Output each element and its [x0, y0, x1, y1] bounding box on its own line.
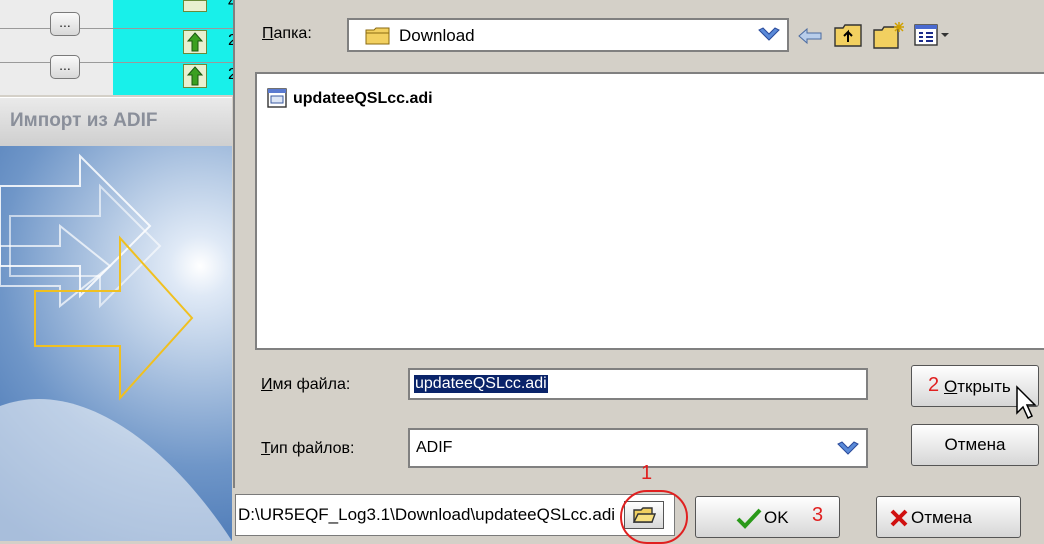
up-arrow-icon [183, 0, 207, 12]
up-arrow-icon [183, 30, 207, 54]
path-value: D:\UR5EQF_Log3.1\Download\updateeQSLcc.a… [238, 505, 616, 524]
up-folder-icon[interactable] [833, 20, 865, 50]
view-menu-icon[interactable] [913, 22, 953, 48]
grid-row-divider [0, 28, 250, 29]
grid-ellipsis-button[interactable]: ... [50, 12, 80, 36]
filename-selected-text: updateeQSLcc.adi [414, 375, 548, 393]
adif-file-icon [267, 88, 287, 108]
filetype-value: ADIF [416, 439, 453, 456]
mouse-cursor-icon [1016, 385, 1037, 420]
wizard-arrows-icon [0, 153, 232, 541]
up-arrow-icon [183, 64, 207, 88]
cancel-button-label: Отмена [911, 508, 972, 527]
file-name: updateeQSLcc.adi [293, 90, 433, 107]
file-list[interactable]: updateeQSLcc.adi [255, 72, 1044, 350]
import-panel-header: Импорт из ADIF [0, 97, 232, 147]
dialog-cancel-button[interactable]: Отмена [911, 424, 1039, 466]
ok-button[interactable]: OK 3 [695, 496, 840, 538]
open-button-label: Открыть [944, 377, 1011, 396]
folder-label: Папка: [262, 25, 312, 42]
import-panel-title: Импорт из ADIF [10, 110, 158, 131]
x-icon [890, 509, 908, 527]
new-folder-icon[interactable] [872, 20, 906, 50]
back-arrow-icon[interactable] [797, 26, 823, 46]
grid-cyan-column [113, 0, 243, 95]
list-item[interactable]: updateeQSLcc.adi [257, 74, 657, 122]
step-1-highlight [620, 490, 688, 544]
checkmark-icon [736, 508, 762, 529]
step-2-marker: 2 [928, 374, 940, 396]
grid-row-divider [0, 62, 250, 63]
filename-input[interactable]: updateeQSLcc.adi [408, 368, 868, 400]
step-3-marker: 3 [812, 504, 824, 526]
ok-button-label: OK [764, 508, 789, 527]
folder-icon [365, 27, 390, 45]
chevron-down-icon[interactable] [757, 26, 781, 44]
open-file-dialog: Папка: Download updateeQSLcc.adi Имя фай… [233, 0, 1044, 488]
background-grid: ... ... 4 2 2 [0, 0, 250, 95]
folder-value: Download [399, 26, 475, 45]
chevron-down-icon[interactable] [836, 440, 860, 458]
folder-combo[interactable]: Download [347, 18, 789, 52]
filetype-combo[interactable]: ADIF [408, 428, 868, 468]
step-1-marker: 1 [641, 462, 653, 484]
path-input[interactable]: D:\UR5EQF_Log3.1\Download\updateeQSLcc.a… [235, 494, 675, 536]
wizard-artwork [0, 146, 232, 541]
filename-label: Имя файла: [261, 376, 351, 393]
filetype-label: Тип файлов: [261, 440, 355, 457]
cancel-button[interactable]: Отмена [876, 496, 1021, 538]
grid-ellipsis-button[interactable]: ... [50, 55, 80, 79]
